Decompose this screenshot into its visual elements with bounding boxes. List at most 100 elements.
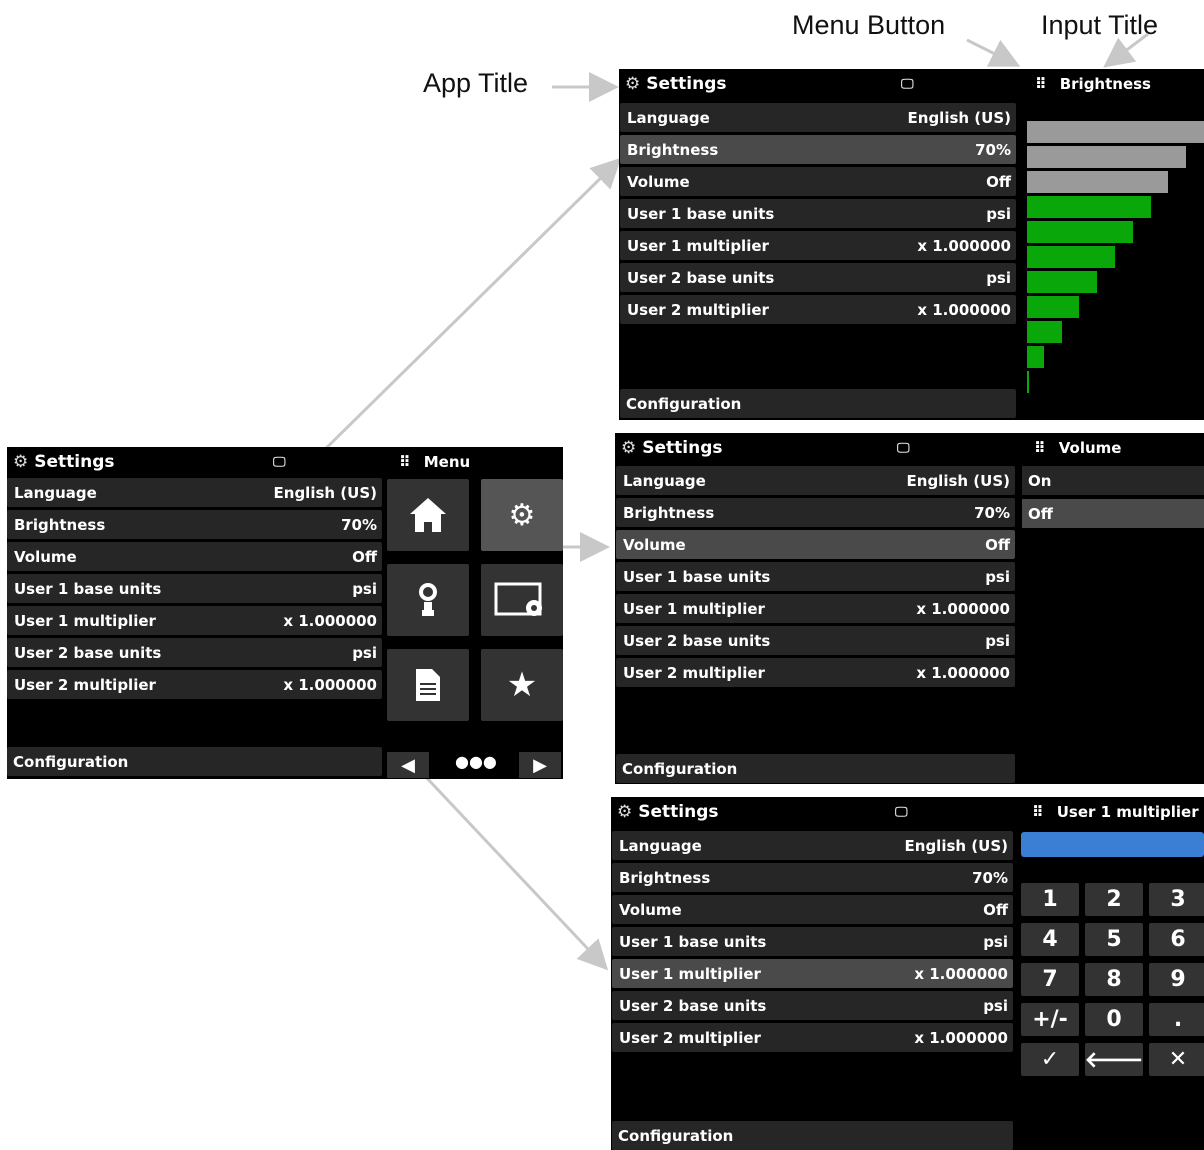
brightness-bar[interactable] (1027, 171, 1169, 193)
settings-row[interactable]: Brightness 70% (7, 510, 382, 539)
brightness-level-bars[interactable] (1027, 121, 1204, 397)
key-decimal[interactable]: . (1149, 1003, 1204, 1036)
brightness-bar[interactable] (1027, 346, 1044, 368)
prev-page-button[interactable]: ◀ (387, 752, 429, 778)
display-connect-icon: 🖵 (897, 440, 910, 456)
settings-row-selected[interactable]: Volume Off (616, 530, 1015, 559)
settings-row[interactable]: User 2 base units psi (616, 626, 1015, 655)
settings-list: Language English (US) Brightness 70% Volum… (7, 478, 382, 702)
settings-row[interactable]: Language English (US) (612, 831, 1013, 860)
arrow-menu-button (966, 38, 1021, 67)
configuration-button[interactable]: Configuration (612, 1121, 1013, 1150)
app-title: Settings (638, 802, 719, 822)
brightness-bar[interactable] (1027, 271, 1098, 293)
numeric-input-field[interactable] (1021, 832, 1204, 857)
multiplier-screen: ⚙ Settings 🖵 ⠿ User 1 multiplier Languag… (611, 797, 1204, 1150)
menu-header[interactable]: ⠿ Menu (387, 447, 563, 477)
callout-app-title: App Title (423, 68, 529, 98)
input-title-bar: ⠿ Brightness (1023, 69, 1204, 99)
settings-row[interactable]: Volume Off (612, 895, 1013, 924)
settings-row[interactable]: User 2 base units psi (612, 991, 1013, 1020)
brightness-bar[interactable] (1027, 321, 1062, 343)
settings-row[interactable]: User 1 multiplier x 1.000000 (616, 594, 1015, 623)
settings-row[interactable]: User 2 multiplier x 1.000000 (620, 295, 1016, 324)
menu-button[interactable]: ⠿ (1035, 75, 1047, 93)
settings-row[interactable]: Volume Off (7, 542, 382, 571)
brightness-bar[interactable] (1027, 121, 1204, 143)
settings-list: Language English (US) Brightness 70% Volum… (620, 103, 1016, 327)
key-3[interactable]: 3 (1149, 883, 1204, 916)
menu-button[interactable]: ⠿ (1034, 439, 1046, 457)
settings-row[interactable]: Brightness 70% (616, 498, 1015, 527)
menu-button[interactable]: ⠿ (1032, 803, 1044, 821)
display-connect-icon: 🖵 (901, 76, 914, 92)
star-icon: ★ (506, 665, 538, 705)
volume-option-on[interactable]: On (1022, 466, 1204, 495)
display-connect-icon: 🖵 (895, 804, 908, 820)
home-tile[interactable] (387, 479, 469, 551)
settings-row[interactable]: Brightness 70% (612, 863, 1013, 892)
volume-screen: ⚙ Settings 🖵 ⠿ Volume Language English (U… (615, 433, 1204, 784)
settings-row[interactable]: Language English (US) (616, 466, 1015, 495)
key-1[interactable]: 1 (1021, 883, 1079, 916)
settings-row[interactable]: Volume Off (620, 167, 1016, 196)
app-title: Settings (642, 438, 723, 458)
documents-tile[interactable] (387, 649, 469, 721)
key-6[interactable]: 6 (1149, 923, 1204, 956)
settings-row[interactable]: User 2 multiplier x 1.000000 (612, 1023, 1013, 1052)
key-0[interactable]: 0 (1085, 1003, 1143, 1036)
settings-row[interactable]: User 1 multiplier x 1.000000 (620, 231, 1016, 260)
backspace-arrow-icon[interactable]: 🡐 (1085, 1043, 1144, 1076)
settings-list: Language English (US) Brightness 70% Volum… (612, 831, 1013, 1055)
settings-row-selected[interactable]: User 1 multiplier x 1.000000 (612, 959, 1013, 988)
settings-row[interactable]: User 2 multiplier x 1.000000 (616, 658, 1015, 687)
settings-tile[interactable]: ⚙ (481, 479, 563, 551)
configuration-button[interactable]: Configuration (7, 747, 382, 776)
key-8[interactable]: 8 (1085, 963, 1143, 996)
settings-row[interactable]: User 1 base units psi (616, 562, 1015, 591)
brightness-bar[interactable] (1027, 296, 1080, 318)
key-2[interactable]: 2 (1085, 883, 1143, 916)
key-4[interactable]: 4 (1021, 923, 1079, 956)
key-7[interactable]: 7 (1021, 963, 1079, 996)
settings-row[interactable]: Language English (US) (620, 103, 1016, 132)
brightness-bar[interactable] (1027, 371, 1029, 393)
settings-row-selected[interactable]: Brightness 70% (620, 135, 1016, 164)
volume-options: On Off (1022, 466, 1204, 532)
volume-option-off[interactable]: Off (1022, 499, 1204, 528)
brightness-bar[interactable] (1027, 246, 1115, 268)
settings-row[interactable]: User 2 multiplier x 1.000000 (7, 670, 382, 699)
next-page-button[interactable]: ▶ (519, 752, 561, 778)
settings-gears-icon: ⚙ (13, 452, 29, 472)
brightness-bar[interactable] (1027, 221, 1133, 243)
settings-row[interactable]: User 1 base units psi (620, 199, 1016, 228)
settings-row[interactable]: Language English (US) (7, 478, 382, 507)
settings-row[interactable]: User 2 base units psi (620, 263, 1016, 292)
settings-row[interactable]: User 1 multiplier x 1.000000 (7, 606, 382, 635)
cancel-x-icon[interactable]: ✕ (1149, 1043, 1204, 1076)
menu-label: Menu (423, 453, 471, 471)
brightness-bar[interactable] (1027, 146, 1187, 168)
settings-gears-icon: ⚙ (617, 802, 633, 822)
app-title-bar: ⚙ Settings 🖵 (7, 447, 387, 477)
settings-row[interactable]: User 2 base units psi (7, 638, 382, 667)
input-title: User 1 multiplier (1056, 803, 1199, 821)
display-connect-icon: 🖵 (273, 454, 286, 470)
key-plus-minus[interactable]: +/- (1021, 1003, 1079, 1036)
app-title-bar: ⚙ Settings 🖵 (619, 69, 1019, 99)
main-settings-screen: ⚙ Settings 🖵 ⠿ Menu Language English (US)… (7, 447, 563, 779)
brightness-screen: ⚙ Settings 🖵 ⠿ Brightness Language Englis… (619, 69, 1204, 420)
settings-row[interactable]: User 1 base units psi (7, 574, 382, 603)
configuration-button[interactable]: Configuration (620, 389, 1016, 418)
menu-grid-icon: ⠿ (399, 453, 411, 471)
brightness-bar[interactable] (1027, 196, 1151, 218)
confirm-check-icon[interactable]: ✓ (1021, 1043, 1079, 1076)
key-5[interactable]: 5 (1085, 923, 1143, 956)
key-9[interactable]: 9 (1149, 963, 1204, 996)
configuration-button[interactable]: Configuration (616, 754, 1015, 783)
triangle-right-icon: ▶ (533, 754, 547, 776)
gauge-tile[interactable] (387, 564, 469, 636)
display-settings-tile[interactable] (481, 564, 563, 636)
favorites-tile[interactable]: ★ (481, 649, 563, 721)
settings-row[interactable]: User 1 base units psi (612, 927, 1013, 956)
